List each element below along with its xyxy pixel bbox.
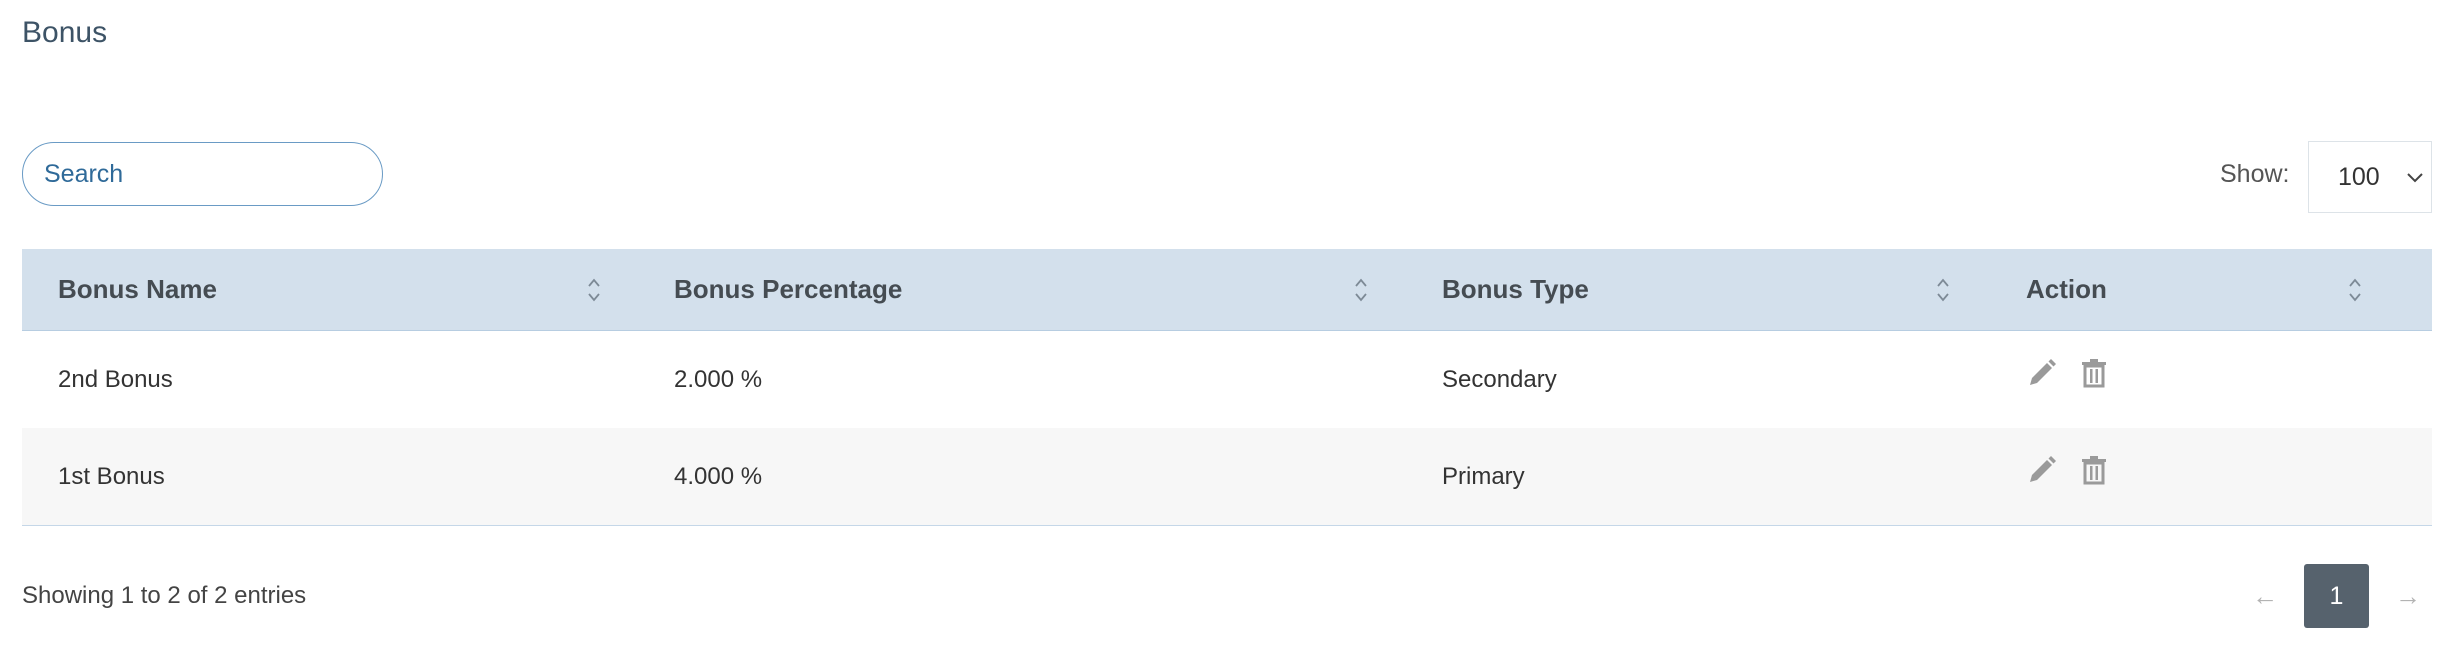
bonus-page: Bonus Show: 100 Bonus Name Bonus Percent…	[0, 0, 2464, 652]
bonus-table: Bonus Name Bonus Percentage Bonus Type A…	[22, 249, 2432, 526]
show-label: Show:	[2220, 160, 2290, 188]
action-cell	[1990, 455, 2432, 487]
pagination: ← 1 →	[2240, 564, 2433, 628]
sort-icon[interactable]	[2347, 275, 2363, 305]
prev-page-button[interactable]: ←	[2240, 564, 2290, 628]
show-entries-value: 100	[2338, 162, 2380, 191]
delete-icon[interactable]	[2078, 356, 2110, 390]
table-row: 2nd Bonus 2.000 % Secondary	[22, 331, 2432, 428]
column-header-label: Action	[2026, 274, 2107, 304]
sort-icon[interactable]	[1353, 275, 1369, 305]
entries-info: Showing 1 to 2 of 2 entries	[22, 582, 307, 609]
table-header: Bonus Name Bonus Percentage Bonus Type A…	[22, 249, 2432, 331]
sort-icon[interactable]	[1935, 275, 1951, 305]
edit-icon[interactable]	[2026, 453, 2058, 487]
next-page-button[interactable]: →	[2383, 564, 2433, 628]
chevron-down-icon	[2407, 173, 2423, 183]
bonus-type-cell: Secondary	[1442, 365, 1557, 393]
column-header-label: Bonus Name	[58, 274, 217, 304]
bonus-percentage-cell: 4.000 %	[674, 462, 763, 490]
page-1-button[interactable]: 1	[2304, 564, 2369, 628]
edit-icon[interactable]	[2026, 356, 2058, 390]
bonus-name-cell: 2nd Bonus	[58, 365, 173, 393]
search-input[interactable]	[44, 159, 366, 189]
delete-icon[interactable]	[2078, 453, 2110, 487]
column-header-label: Bonus Percentage	[674, 274, 903, 304]
table-row: 1st Bonus 4.000 % Primary	[22, 428, 2432, 525]
column-header-bonus-percentage[interactable]: Bonus Percentage	[638, 249, 1406, 330]
bonus-name-cell: 1st Bonus	[58, 462, 165, 490]
show-entries-select[interactable]: 100	[2308, 141, 2432, 213]
sort-icon[interactable]	[586, 275, 602, 305]
bonus-percentage-cell: 2.000 %	[674, 365, 763, 393]
page-title: Bonus	[22, 16, 108, 49]
column-header-label: Bonus Type	[1442, 274, 1589, 304]
search-box[interactable]	[22, 142, 383, 206]
column-header-action[interactable]: Action	[1990, 249, 2432, 330]
column-header-bonus-name[interactable]: Bonus Name	[22, 249, 638, 330]
action-cell	[1990, 358, 2432, 390]
column-header-bonus-type[interactable]: Bonus Type	[1406, 249, 1990, 330]
bonus-type-cell: Primary	[1442, 462, 1525, 490]
